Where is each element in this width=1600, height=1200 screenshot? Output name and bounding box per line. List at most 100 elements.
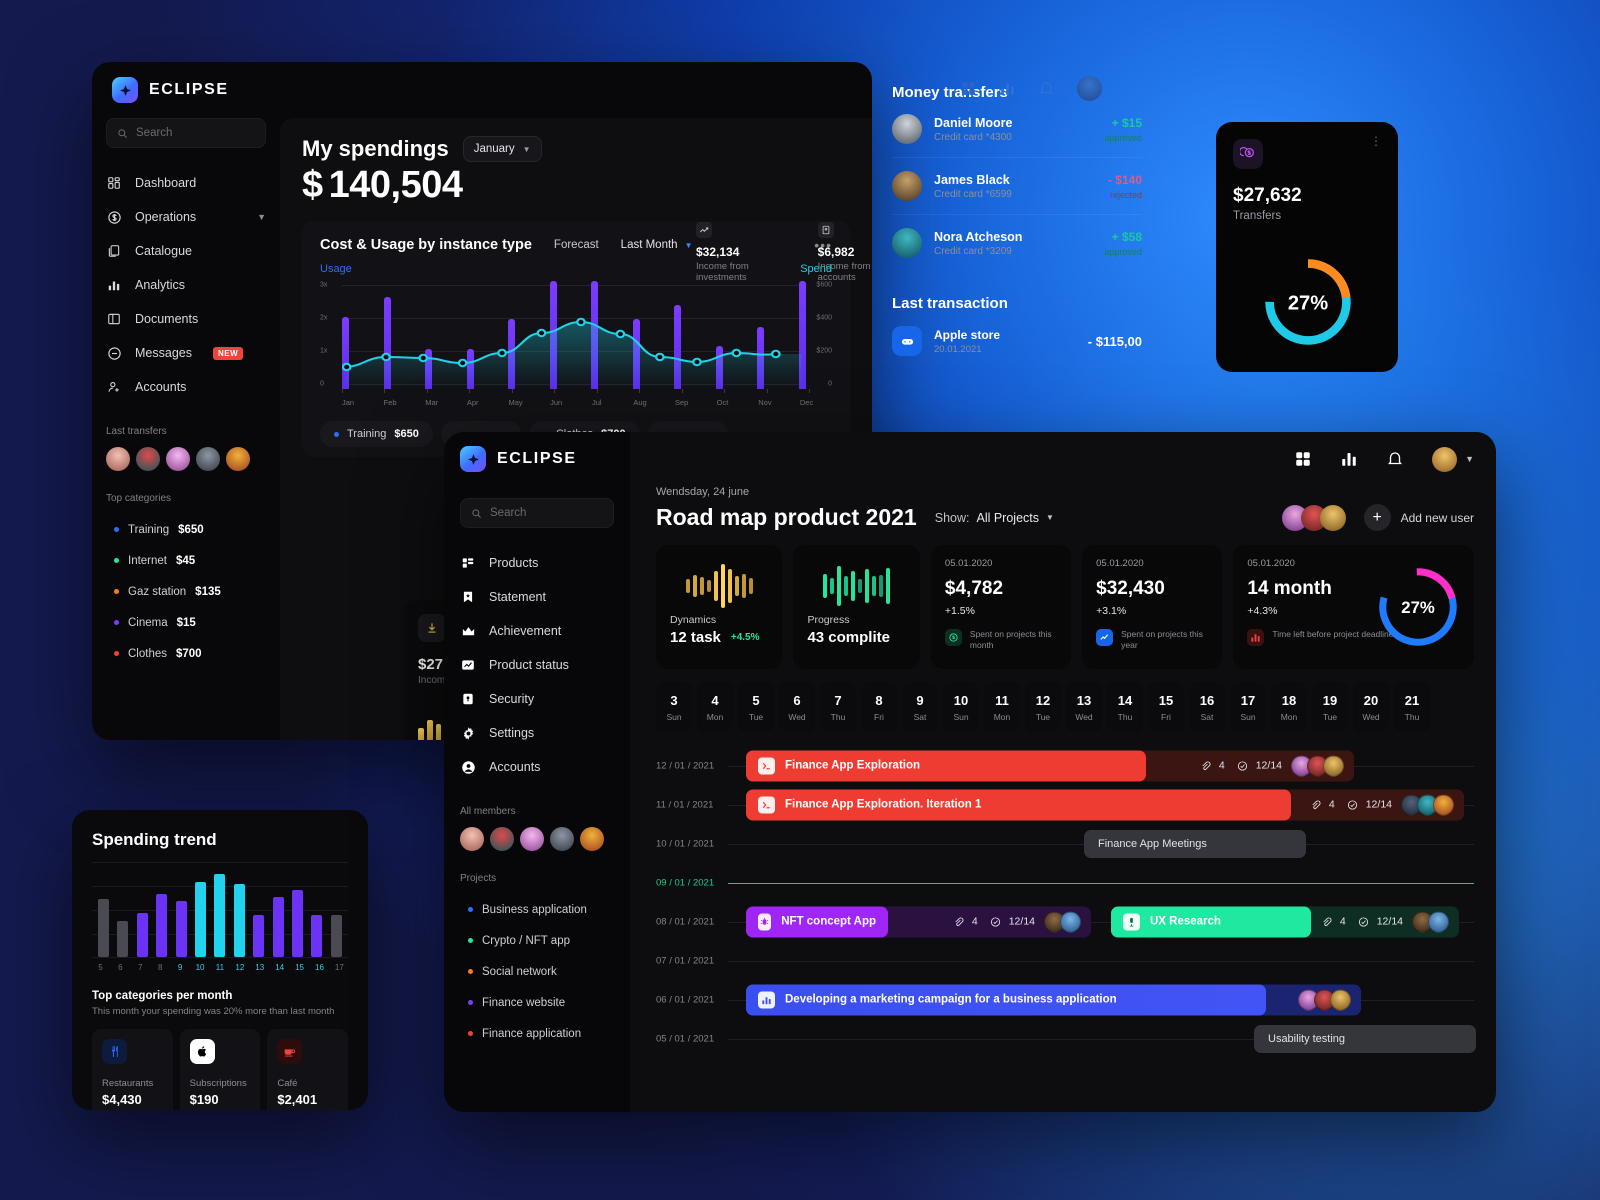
stat-card-dynamics[interactable]: Dynamics 12 task +4.5%: [656, 545, 783, 669]
sidebar-item-products[interactable]: Products: [460, 546, 614, 580]
transfers-card-menu[interactable]: ⋮: [1370, 135, 1382, 147]
day-cell[interactable]: 4 Mon: [697, 682, 733, 732]
day-cell[interactable]: 18 Mon: [1271, 682, 1307, 732]
day-cell[interactable]: 20 Wed: [1353, 682, 1389, 732]
range-select[interactable]: Last Month ▼: [621, 239, 693, 251]
day-cell[interactable]: 14 Thu: [1107, 682, 1143, 732]
day-cell[interactable]: 16 Sat: [1189, 682, 1225, 732]
month-select[interactable]: January ▼: [462, 136, 542, 162]
avatar[interactable]: [1428, 911, 1449, 932]
projects-filter[interactable]: Show: All Projects ▼: [935, 511, 1054, 525]
grid-icon[interactable]: [1294, 450, 1312, 468]
category-tile-cafe[interactable]: Café $2,401: [267, 1029, 349, 1110]
stat-card-month-spend[interactable]: 05.01.2020 $4,782 +1.5% Spent on project…: [930, 545, 1072, 669]
avatar[interactable]: [580, 827, 604, 851]
sidebar-item-achievement[interactable]: Achievement: [460, 614, 614, 648]
sidebar-item-accounts[interactable]: Accounts: [106, 370, 266, 404]
avatar[interactable]: [1319, 504, 1346, 531]
day-cell[interactable]: 15 Fri: [1148, 682, 1184, 732]
coins-icon: [944, 629, 962, 646]
bar-chart-icon[interactable]: [999, 80, 1016, 97]
stat-card-year-spend[interactable]: 05.01.2020 $32,430 +3.1% Spent on projec…: [1082, 545, 1223, 669]
day-cell[interactable]: 21 Thu: [1394, 682, 1430, 732]
category-tile-restaurants[interactable]: Restaurants $4,430: [92, 1029, 173, 1110]
list-item[interactable]: Training $650: [106, 514, 266, 545]
day-cell[interactable]: 11 Mon: [984, 682, 1020, 732]
sidebar-item-settings[interactable]: Settings: [460, 716, 614, 750]
project-item[interactable]: Business application: [460, 894, 614, 925]
avatar[interactable]: [136, 447, 160, 471]
sidebar-item-messages[interactable]: Messages NEW: [106, 336, 266, 370]
avatar[interactable]: [1323, 755, 1344, 776]
bar-chart-icon[interactable]: [1340, 450, 1358, 468]
avatar[interactable]: [1077, 76, 1102, 101]
brand[interactable]: ECLIPSE: [112, 77, 229, 103]
tag-training[interactable]: Training $650: [320, 421, 433, 447]
stat-card-progress[interactable]: Progress 43 complite: [793, 545, 920, 669]
gantt-task-ux-research[interactable]: UX Research 4 12/14: [1111, 906, 1459, 937]
gantt-ghost-usability-testing[interactable]: Usability testing: [1254, 1024, 1476, 1053]
day-cell[interactable]: 17 Sun: [1230, 682, 1266, 732]
grid-icon[interactable]: [960, 80, 977, 97]
avatar[interactable]: [1432, 446, 1458, 472]
day-cell[interactable]: 8 Fri: [861, 682, 897, 732]
forecast-link[interactable]: Forecast: [554, 239, 599, 251]
bell-icon[interactable]: [1038, 80, 1055, 97]
avatar[interactable]: [460, 827, 484, 851]
list-item[interactable]: Clothes $700: [106, 638, 266, 669]
search-input[interactable]: Search: [460, 498, 614, 528]
gantt-task-marketing-campaign[interactable]: Developing a marketing campaign for a bu…: [746, 984, 1361, 1015]
avatar[interactable]: [106, 447, 130, 471]
project-item[interactable]: Finance website: [460, 987, 614, 1018]
sidebar-item-operations[interactable]: Operations ▼: [106, 200, 266, 234]
day-cell[interactable]: 19 Tue: [1312, 682, 1348, 732]
avatar[interactable]: [490, 827, 514, 851]
project-item[interactable]: Social network: [460, 956, 614, 987]
transfer-row[interactable]: Daniel Moore Credit card *4300 + $15 app…: [892, 101, 1142, 158]
transfer-row[interactable]: Nora Atcheson Credit card *3209 + $58 ap…: [892, 215, 1142, 271]
avatar[interactable]: [1060, 911, 1081, 932]
avatar[interactable]: [226, 447, 250, 471]
project-item[interactable]: Finance application: [460, 1018, 614, 1049]
day-cell[interactable]: 10 Sun: [943, 682, 979, 732]
sidebar-item-dashboard[interactable]: Dashboard: [106, 166, 266, 200]
transfer-row[interactable]: James Black Credit card *6599 - $140 rej…: [892, 158, 1142, 215]
day-cell[interactable]: 12 Tue: [1025, 682, 1061, 732]
list-item[interactable]: Cinema $15: [106, 607, 266, 638]
list-item[interactable]: Internet $45: [106, 545, 266, 576]
bell-icon[interactable]: [1386, 450, 1404, 468]
last-transaction-row[interactable]: Apple store 20.01.2021 - $115,00: [892, 326, 1142, 356]
avatar[interactable]: [166, 447, 190, 471]
day-cell[interactable]: 5 Tue: [738, 682, 774, 732]
add-user-button[interactable]: + Add new user: [1363, 504, 1474, 531]
day-cell[interactable]: 13 Wed: [1066, 682, 1102, 732]
stat-card-deadline[interactable]: 05.01.2020 14 month +4.3% Time left befo…: [1233, 545, 1475, 669]
sidebar-item-security[interactable]: Security: [460, 682, 614, 716]
project-item[interactable]: Crypto / NFT app: [460, 925, 614, 956]
list-item[interactable]: Gaz station $135: [106, 576, 266, 607]
chevron-down-icon[interactable]: ▼: [257, 212, 266, 222]
chevron-down-icon[interactable]: ▼: [1465, 454, 1474, 464]
sidebar-item-documents[interactable]: Documents: [106, 302, 266, 336]
category-tile-subscriptions[interactable]: Subscriptions $190: [179, 1029, 261, 1110]
avatar[interactable]: [550, 827, 574, 851]
day-cell[interactable]: 6 Wed: [779, 682, 815, 732]
brand[interactable]: ECLIPSE: [460, 432, 614, 486]
sidebar-item-analytics[interactable]: Analytics: [106, 268, 266, 302]
search-input[interactable]: Search: [106, 118, 266, 148]
avatar[interactable]: [520, 827, 544, 851]
gantt-task-finance-exploration[interactable]: Finance App Exploration 4 12/14: [746, 750, 1354, 781]
sidebar-item-catalogue[interactable]: Catalogue: [106, 234, 266, 268]
avatar[interactable]: [1433, 794, 1454, 815]
sidebar-item-accounts[interactable]: Accounts: [460, 750, 614, 784]
day-cell[interactable]: 9 Sat: [902, 682, 938, 732]
avatar[interactable]: [1330, 989, 1351, 1010]
gantt-task-finance-iteration1[interactable]: Finance App Exploration. Iteration 1 4 1…: [746, 789, 1464, 820]
gantt-task-nft-concept[interactable]: NFT concept App 4 12/14: [746, 906, 1091, 937]
day-cell[interactable]: 7 Thu: [820, 682, 856, 732]
sidebar-item-product-status[interactable]: Product status: [460, 648, 614, 682]
sidebar-item-statement[interactable]: Statement: [460, 580, 614, 614]
avatar[interactable]: [196, 447, 220, 471]
gantt-ghost-finance-meetings[interactable]: Finance App Meetings: [1084, 829, 1306, 858]
day-cell[interactable]: 3 Sun: [656, 682, 692, 732]
